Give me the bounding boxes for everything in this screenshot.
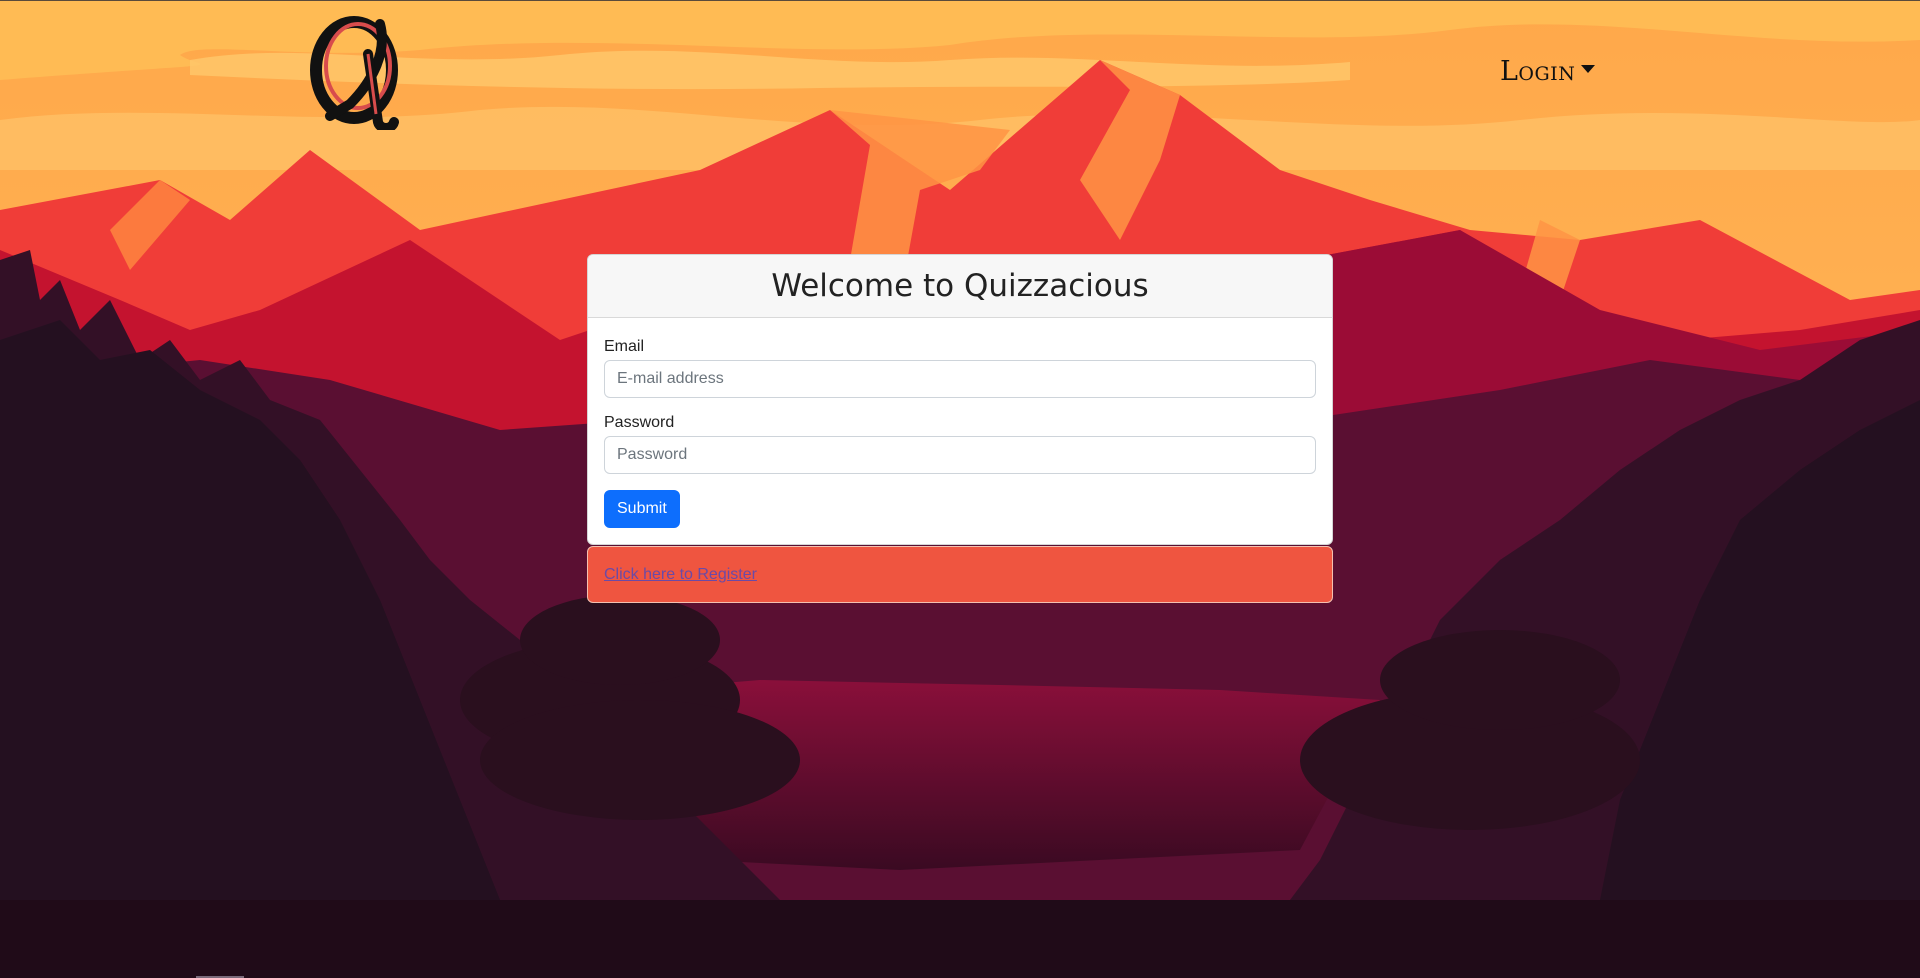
email-label: Email [604, 338, 645, 355]
password-field[interactable] [604, 436, 1316, 474]
password-label: Password [604, 414, 675, 431]
email-field[interactable] [604, 360, 1316, 398]
submit-button[interactable]: Submit [604, 490, 680, 528]
top-border [0, 0, 1920, 1]
page-title: Welcome to Quizzacious [771, 268, 1149, 304]
login-dropdown-toggle[interactable]: Login [1500, 56, 1596, 87]
login-label: Login [1500, 56, 1576, 87]
register-link[interactable]: Click here to Register [604, 566, 757, 584]
card-header: Welcome to Quizzacious [588, 255, 1332, 318]
login-card: Welcome to Quizzacious Email Password Su… [587, 254, 1333, 545]
quizzacious-logo[interactable] [310, 14, 406, 130]
login-form: Email Password Submit [588, 318, 1332, 544]
register-bar: Click here to Register [587, 546, 1333, 603]
caret-down-icon [1581, 64, 1596, 73]
